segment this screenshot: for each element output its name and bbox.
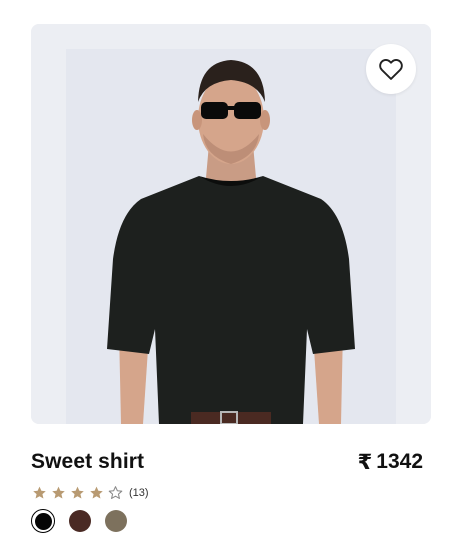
product-price: ₹ 1342 [358, 450, 423, 475]
star-filled-icon [52, 486, 65, 499]
swatch-color-dot [69, 510, 91, 532]
star-filled-icon [71, 486, 84, 499]
color-swatch-olive[interactable] [105, 510, 127, 532]
star-filled-icon [90, 486, 103, 499]
product-card[interactable]: Sweet shirt ₹ 1342 (13) [31, 24, 431, 544]
color-swatch-black[interactable] [31, 509, 55, 533]
wishlist-button[interactable] [366, 44, 416, 94]
rating-stars [31, 485, 124, 501]
star-empty-icon [108, 486, 123, 499]
product-image[interactable] [31, 24, 431, 424]
currency-symbol: ₹ [357, 450, 373, 474]
star-filled-icon [33, 486, 46, 499]
heart-outline-icon [379, 59, 403, 80]
product-info-row: Sweet shirt ₹ 1342 [31, 448, 423, 476]
product-name[interactable]: Sweet shirt [31, 450, 144, 474]
review-count: (13) [129, 487, 149, 499]
rating[interactable]: (13) [31, 485, 149, 501]
swatch-color-dot [34, 512, 52, 530]
price-value: 1342 [376, 450, 423, 473]
color-swatch-brown[interactable] [69, 510, 91, 532]
swatch-color-dot [105, 510, 127, 532]
color-swatches [31, 509, 127, 533]
